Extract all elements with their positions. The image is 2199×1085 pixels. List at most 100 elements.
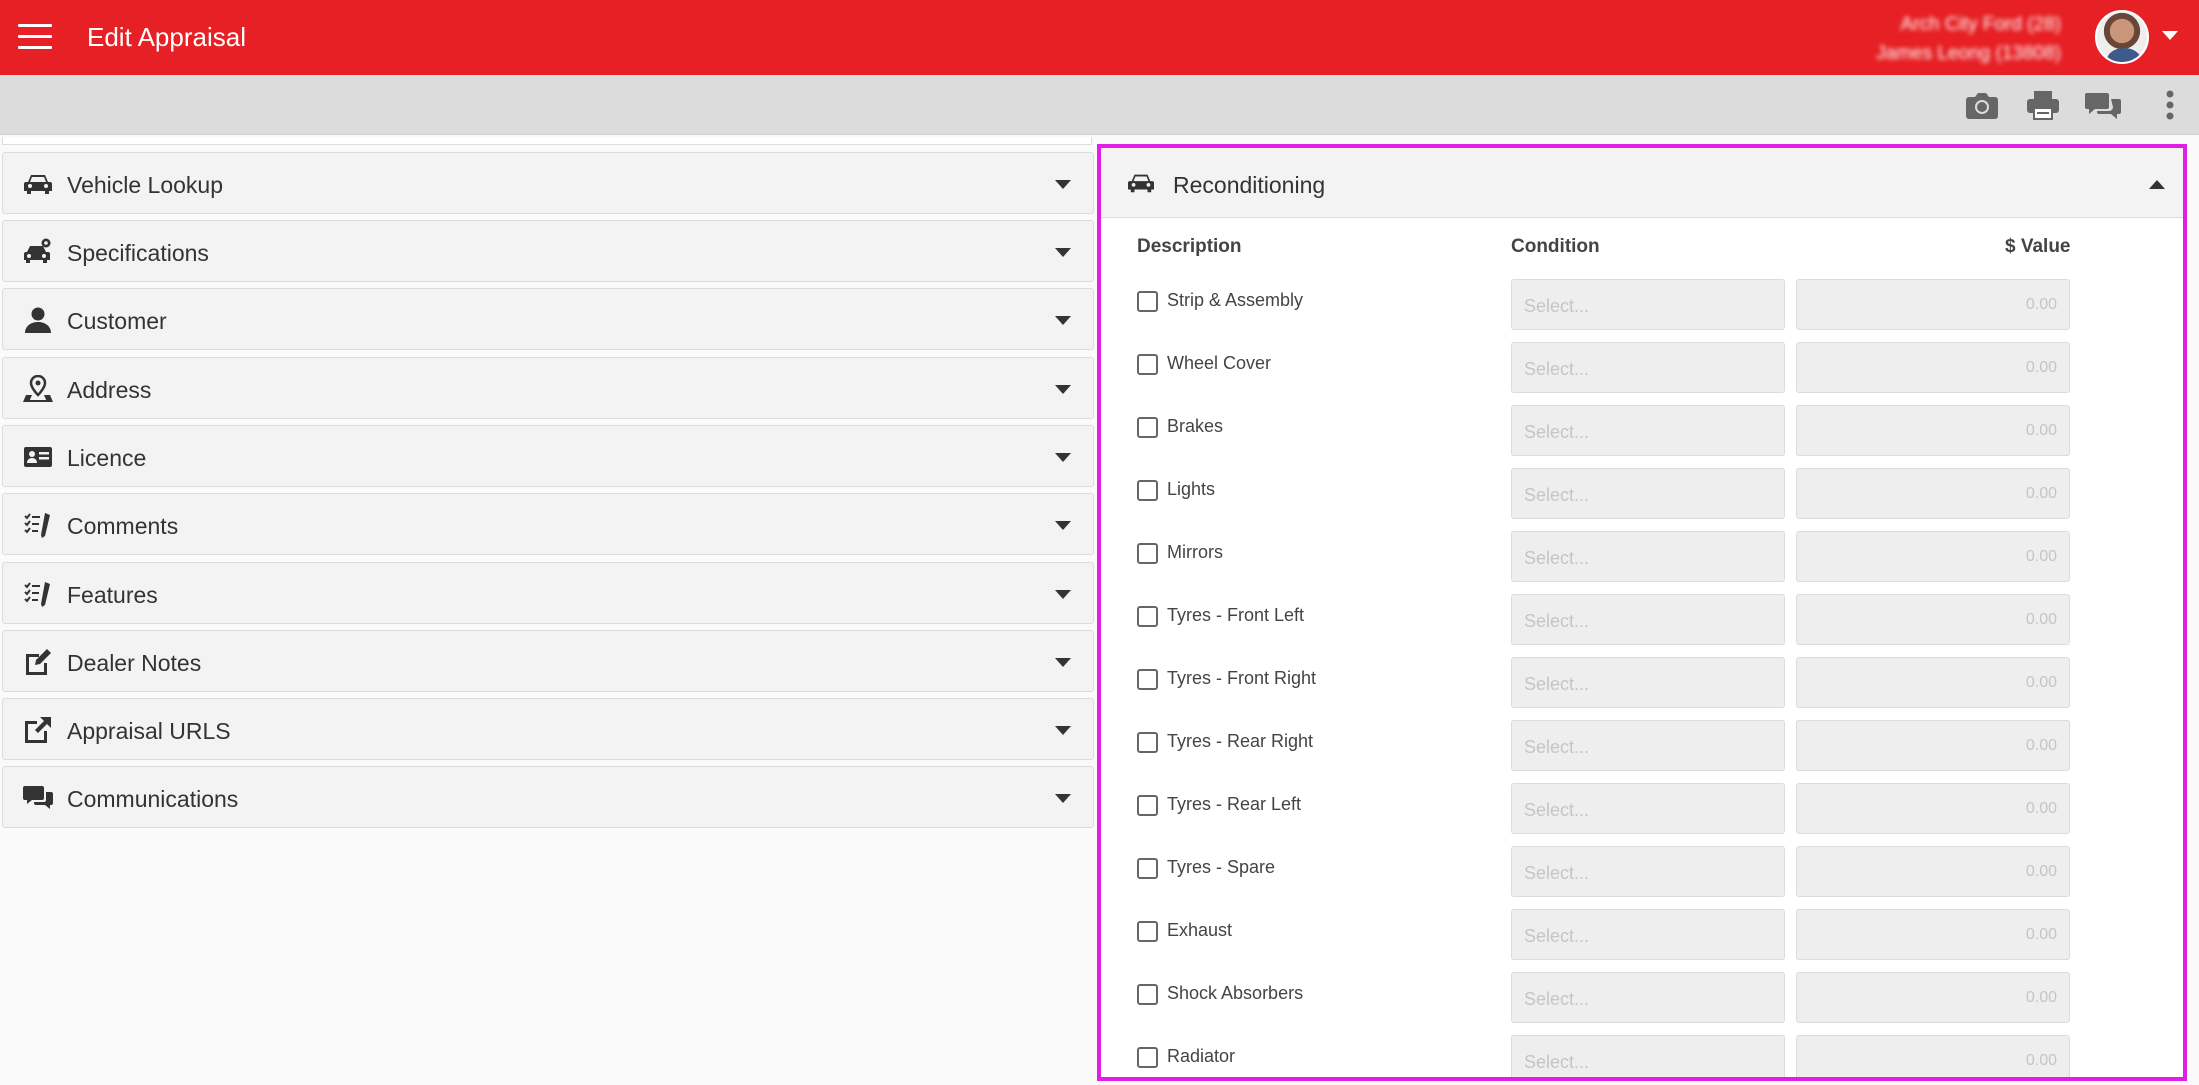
table-row: Exhaust Select... 0.00 [1101, 901, 2183, 964]
table-row: Tyres - Front Left Select... 0.00 [1101, 586, 2183, 649]
section-label: Dealer Notes [67, 650, 202, 676]
dealer-name: Arch City Ford (28) [1900, 14, 2061, 35]
value-input[interactable]: 0.00 [1796, 909, 2070, 960]
row-checkbox[interactable] [1137, 795, 1158, 816]
condition-select[interactable]: Select... [1511, 468, 1785, 519]
section-customer[interactable]: Customer [2, 288, 1094, 350]
row-description: Tyres - Front Right [1167, 668, 1317, 688]
section-label: Comments [67, 513, 179, 539]
section-features[interactable]: Features [2, 562, 1094, 624]
section-specifications[interactable]: Specifications [2, 220, 1094, 282]
condition-select[interactable]: Select... [1511, 405, 1785, 456]
section-label: Specifications [67, 240, 209, 266]
row-checkbox[interactable] [1137, 606, 1158, 627]
accordion-top-edge [2, 137, 1092, 145]
row-description: Tyres - Rear Right [1167, 731, 1314, 751]
table-row: Radiator Select... 0.00 [1101, 1027, 2183, 1077]
value-input[interactable]: 0.00 [1796, 972, 2070, 1023]
condition-select[interactable]: Select... [1511, 783, 1785, 834]
row-description: Brakes [1167, 416, 1224, 436]
condition-select[interactable]: Select... [1511, 909, 1785, 960]
page-title: Edit Appraisal [87, 22, 246, 52]
section-communications[interactable]: Communications [2, 766, 1094, 828]
column-header-value: $ Value [2005, 236, 2071, 257]
chat-icon [23, 784, 53, 812]
condition-select[interactable]: Select... [1511, 972, 1785, 1023]
table-row: Brakes Select... 0.00 [1101, 397, 2183, 460]
value-input[interactable]: 0.00 [1796, 279, 2070, 330]
section-comments[interactable]: Comments [2, 493, 1094, 555]
row-checkbox[interactable] [1137, 732, 1158, 753]
condition-select[interactable]: Select... [1511, 720, 1785, 771]
external-link-icon [23, 716, 53, 744]
row-checkbox[interactable] [1137, 354, 1158, 375]
user-menu-caret-icon[interactable] [2162, 31, 2178, 40]
value-input[interactable]: 0.00 [1796, 531, 2070, 582]
section-licence[interactable]: Licence [2, 425, 1094, 487]
menu-icon[interactable] [18, 24, 52, 50]
table-row: Wheel Cover Select... 0.00 [1101, 334, 2183, 397]
condition-select[interactable]: Select... [1511, 531, 1785, 582]
table-row: Shock Absorbers Select... 0.00 [1101, 964, 2183, 1027]
row-checkbox[interactable] [1137, 858, 1158, 879]
value-input[interactable]: 0.00 [1796, 594, 2070, 645]
section-vehicle-lookup[interactable]: Vehicle Lookup [2, 152, 1094, 214]
row-checkbox[interactable] [1137, 921, 1158, 942]
section-label: Features [67, 582, 158, 608]
panel-title: Reconditioning [1173, 172, 1326, 198]
condition-select[interactable]: Select... [1511, 342, 1785, 393]
chevron-down-icon [1055, 180, 1071, 189]
condition-select[interactable]: Select... [1511, 657, 1785, 708]
camera-icon[interactable] [1964, 89, 2000, 121]
value-input[interactable]: 0.00 [1796, 657, 2070, 708]
chevron-down-icon [1055, 658, 1071, 667]
row-checkbox[interactable] [1137, 291, 1158, 312]
row-checkbox[interactable] [1137, 417, 1158, 438]
condition-select[interactable]: Select... [1511, 1035, 1785, 1077]
section-label: Customer [67, 308, 167, 334]
row-description: Radiator [1167, 1046, 1236, 1066]
table-row: Tyres - Rear Left Select... 0.00 [1101, 775, 2183, 838]
condition-select[interactable]: Select... [1511, 594, 1785, 645]
chevron-down-icon [1055, 248, 1071, 257]
chat-icon[interactable] [2085, 89, 2121, 121]
value-input[interactable]: 0.00 [1796, 720, 2070, 771]
condition-select[interactable]: Select... [1511, 846, 1785, 897]
user-info: Arch City Ford (28) James Leong (13808) [1876, 10, 2061, 68]
value-input[interactable]: 0.00 [1796, 846, 2070, 897]
action-toolbar [0, 75, 2199, 135]
row-checkbox[interactable] [1137, 543, 1158, 564]
row-description: Tyres - Rear Left [1167, 794, 1302, 814]
avatar[interactable] [2095, 10, 2149, 64]
column-header-condition: Condition [1511, 236, 1600, 257]
more-vert-icon[interactable] [2155, 89, 2185, 121]
value-input[interactable]: 0.00 [1796, 1035, 2070, 1077]
value-input[interactable]: 0.00 [1796, 342, 2070, 393]
row-checkbox[interactable] [1137, 480, 1158, 501]
row-description: Tyres - Front Left [1167, 605, 1305, 625]
chevron-down-icon [1055, 316, 1071, 325]
value-input[interactable]: 0.00 [1796, 468, 2070, 519]
car-icon [23, 170, 53, 198]
section-label: Communications [67, 786, 239, 812]
chevron-up-icon[interactable] [2149, 180, 2165, 189]
value-input[interactable]: 0.00 [1796, 405, 2070, 456]
value-input[interactable]: 0.00 [1796, 783, 2070, 834]
section-dealer-notes[interactable]: Dealer Notes [2, 630, 1094, 692]
section-address[interactable]: Address [2, 357, 1094, 419]
row-checkbox[interactable] [1137, 984, 1158, 1005]
checklist-pen-icon [23, 511, 53, 539]
row-checkbox[interactable] [1137, 669, 1158, 690]
row-checkbox[interactable] [1137, 1047, 1158, 1068]
section-label: Appraisal URLS [67, 718, 231, 744]
table-row: Tyres - Front Right Select... 0.00 [1101, 649, 2183, 712]
car-icon [1126, 170, 1156, 196]
condition-select[interactable]: Select... [1511, 279, 1785, 330]
print-icon[interactable] [2025, 89, 2061, 121]
reconditioning-header[interactable]: Reconditioning [1101, 148, 2183, 218]
chevron-down-icon [1055, 453, 1071, 462]
section-label: Address [67, 377, 152, 403]
table-row: Tyres - Spare Select... 0.00 [1101, 838, 2183, 901]
chevron-down-icon [1055, 590, 1071, 599]
section-appraisal-urls[interactable]: Appraisal URLS [2, 698, 1094, 760]
